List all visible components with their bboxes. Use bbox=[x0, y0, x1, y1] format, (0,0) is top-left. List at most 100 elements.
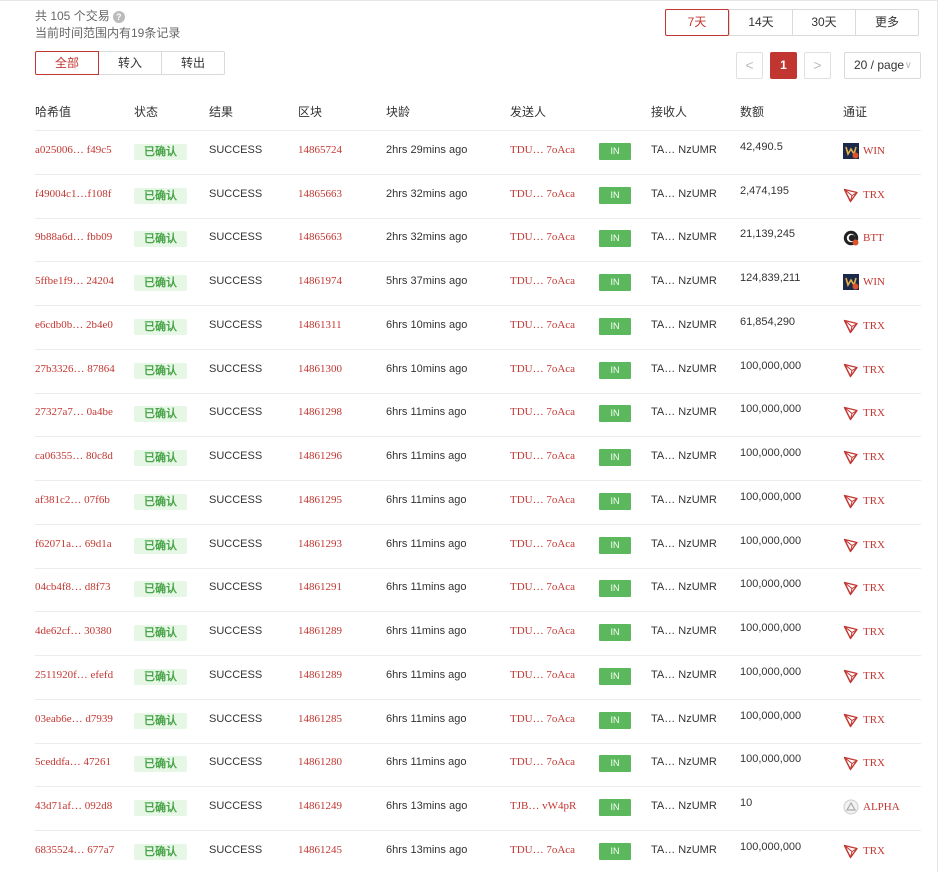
range-7d-button[interactable]: 7天 bbox=[665, 9, 729, 36]
tx-hash-link[interactable]: 4de62cf… 30380 bbox=[35, 625, 112, 637]
tx-hash-link[interactable]: 04cb4f8… d8f73 bbox=[35, 581, 110, 593]
from-address-link[interactable]: TDU… 7oAca bbox=[510, 406, 575, 418]
filter-all-button[interactable]: 全部 bbox=[35, 51, 99, 75]
token-link[interactable]: TRX bbox=[843, 362, 885, 378]
from-address-link[interactable]: TDU… 7oAca bbox=[510, 363, 575, 375]
status-badge: 已确认 bbox=[134, 668, 187, 685]
range-more-button[interactable]: 更多 bbox=[855, 10, 918, 35]
block-link[interactable]: 14861295 bbox=[298, 494, 342, 506]
tx-hash-link[interactable]: 03eab6e… d7939 bbox=[35, 713, 113, 725]
token-link[interactable]: TRX bbox=[843, 537, 885, 553]
direction-in-badge: IN bbox=[599, 842, 631, 860]
block-link[interactable]: 14865663 bbox=[298, 231, 342, 243]
tx-hash-link[interactable]: 9b88a6d… fbb09 bbox=[35, 231, 112, 243]
token-link[interactable]: BTT bbox=[843, 230, 884, 246]
current-page-button[interactable]: 1 bbox=[770, 52, 797, 79]
block-link[interactable]: 14861289 bbox=[298, 669, 342, 681]
from-address-link[interactable]: TDU… 7oAca bbox=[510, 144, 575, 156]
from-address-link[interactable]: TDU… 7oAca bbox=[510, 275, 575, 287]
filter-out-button[interactable]: 转出 bbox=[161, 51, 225, 75]
block-link[interactable]: 14861285 bbox=[298, 713, 342, 725]
tx-hash-link[interactable]: 6835524… 677a7 bbox=[35, 844, 114, 856]
token-name: ALPHA bbox=[863, 801, 900, 814]
block-link[interactable]: 14861249 bbox=[298, 800, 342, 812]
status-badge: 已确认 bbox=[134, 362, 187, 379]
token-link[interactable]: TRX bbox=[843, 624, 885, 640]
tx-hash-link[interactable]: 2511920f… efefd bbox=[35, 669, 113, 681]
from-address-link[interactable]: TDU… 7oAca bbox=[510, 494, 575, 506]
token-link[interactable]: TRX bbox=[843, 580, 885, 596]
age-text: 6hrs 13mins ago bbox=[386, 843, 468, 856]
direction-in-badge: IN bbox=[599, 492, 631, 510]
tx-hash-link[interactable]: af381c2… 07f6b bbox=[35, 494, 110, 506]
block-link[interactable]: 14865663 bbox=[298, 188, 342, 200]
token-link[interactable]: TRX bbox=[843, 668, 885, 684]
win-icon bbox=[843, 142, 859, 159]
token-link[interactable]: TRX bbox=[843, 405, 885, 421]
token-link[interactable]: ALPHA bbox=[843, 799, 900, 815]
tx-hash-link[interactable]: ca06355… 80c8d bbox=[35, 450, 113, 462]
tx-hash-link[interactable]: 5ffbe1f9… 24204 bbox=[35, 275, 114, 287]
trx-icon bbox=[843, 493, 859, 509]
token-link[interactable]: TRX bbox=[843, 449, 885, 465]
token-link[interactable]: TRX bbox=[843, 755, 885, 771]
help-icon[interactable]: ? bbox=[112, 10, 125, 23]
tx-hash-link[interactable]: a025006… f49c5 bbox=[35, 144, 112, 156]
col-header-status: 状态 bbox=[134, 105, 159, 119]
from-address-link[interactable]: TDU… 7oAca bbox=[510, 581, 575, 593]
filter-in-button[interactable]: 转入 bbox=[98, 51, 162, 75]
from-address-link[interactable]: TDU… 7oAca bbox=[510, 538, 575, 550]
tx-hash-link[interactable]: f49004c1…f108f bbox=[35, 188, 111, 200]
row-divider bbox=[35, 349, 921, 350]
from-address-link[interactable]: TDU… 7oAca bbox=[510, 319, 575, 331]
from-address-link[interactable]: TJB… vW4pR bbox=[510, 800, 576, 812]
from-address-link[interactable]: TDU… 7oAca bbox=[510, 713, 575, 725]
chevron-down-icon: ∨ bbox=[904, 60, 912, 71]
direction-filter: 全部 转入 转出 bbox=[35, 51, 225, 75]
token-link[interactable]: TRX bbox=[843, 493, 885, 509]
from-address-link[interactable]: TDU… 7oAca bbox=[510, 188, 575, 200]
token-link[interactable]: TRX bbox=[843, 712, 885, 728]
token-link[interactable]: TRX bbox=[843, 318, 885, 334]
from-address-link[interactable]: TDU… 7oAca bbox=[510, 844, 575, 856]
tx-hash-link[interactable]: 5ceddfa… 47261 bbox=[35, 756, 111, 768]
tx-hash-link[interactable]: 43d71af… 092d8 bbox=[35, 800, 112, 812]
token-link[interactable]: WIN bbox=[843, 142, 885, 159]
block-link[interactable]: 14861291 bbox=[298, 581, 342, 593]
block-link[interactable]: 14861293 bbox=[298, 538, 342, 550]
row-divider bbox=[35, 393, 921, 394]
block-link[interactable]: 14861280 bbox=[298, 756, 342, 768]
from-address-link[interactable]: TDU… 7oAca bbox=[510, 450, 575, 462]
from-address-link[interactable]: TDU… 7oAca bbox=[510, 625, 575, 637]
token-link[interactable]: WIN bbox=[843, 274, 885, 291]
block-link[interactable]: 14861289 bbox=[298, 625, 342, 637]
block-link[interactable]: 14861974 bbox=[298, 275, 342, 287]
tx-hash-link[interactable]: f62071a… 69d1a bbox=[35, 538, 112, 550]
tx-hash-link[interactable]: e6cdb0b… 2b4e0 bbox=[35, 319, 113, 331]
block-link[interactable]: 14861245 bbox=[298, 844, 342, 856]
block-link[interactable]: 14861298 bbox=[298, 406, 342, 418]
range-14d-button[interactable]: 14天 bbox=[729, 10, 792, 35]
from-address-link[interactable]: TDU… 7oAca bbox=[510, 231, 575, 243]
token-link[interactable]: TRX bbox=[843, 187, 885, 203]
block-link[interactable]: 14861300 bbox=[298, 363, 342, 375]
from-address-link[interactable]: TDU… 7oAca bbox=[510, 756, 575, 768]
col-header-block: 区块 bbox=[298, 105, 323, 119]
tx-hash-link[interactable]: 27327a7… 0a4be bbox=[35, 406, 113, 418]
block-link[interactable]: 14861311 bbox=[298, 319, 342, 331]
amount-text: 21,139,245 bbox=[740, 228, 796, 241]
from-address-link[interactable]: TDU… 7oAca bbox=[510, 669, 575, 681]
token-name: TRX bbox=[863, 319, 885, 332]
prev-page-button[interactable]: < bbox=[736, 52, 763, 79]
token-link[interactable]: TRX bbox=[843, 843, 885, 859]
row-divider bbox=[35, 436, 921, 437]
direction-in-badge: IN bbox=[599, 624, 631, 642]
tx-hash-link[interactable]: 27b3326… 87864 bbox=[35, 363, 115, 375]
result-text: SUCCESS bbox=[209, 800, 263, 813]
token-name: BTT bbox=[863, 232, 884, 245]
block-link[interactable]: 14865724 bbox=[298, 144, 342, 156]
page-size-select[interactable]: 20 / page ∨ bbox=[844, 52, 921, 79]
range-30d-button[interactable]: 30天 bbox=[792, 10, 855, 35]
block-link[interactable]: 14861296 bbox=[298, 450, 342, 462]
next-page-button[interactable]: > bbox=[804, 52, 831, 79]
